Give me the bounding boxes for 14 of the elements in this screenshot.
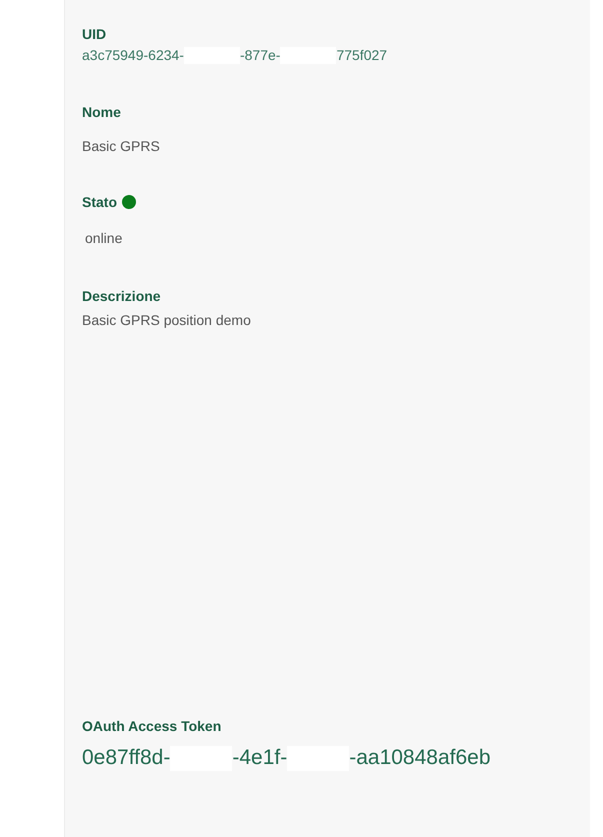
field-label: UID: [82, 26, 108, 42]
token-part: 0e87ff8d-: [82, 746, 170, 770]
uid-part: a3c75949-6234-: [82, 47, 184, 64]
field-value: Basic GPRS position demo: [82, 312, 252, 328]
field-label: Nome: [82, 104, 122, 120]
token-part: -4e1f-: [232, 746, 288, 770]
field-label: Descrizione: [82, 288, 162, 304]
token-part: -aa10848af6eb: [349, 746, 491, 770]
uid-part: -877e-: [240, 47, 280, 64]
uid-part: 775f027: [336, 47, 388, 64]
field-label: Stato: [82, 194, 117, 210]
field-label: OAuth Access Token: [82, 718, 222, 734]
status-value: online: [84, 230, 124, 246]
field-value: Basic GPRS: [82, 138, 161, 154]
